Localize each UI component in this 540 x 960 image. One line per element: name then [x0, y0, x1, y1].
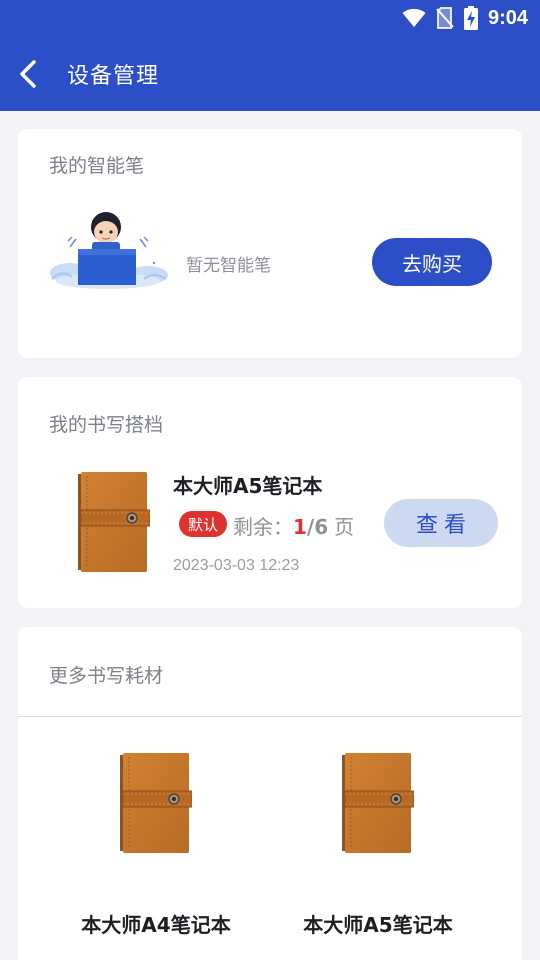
product-image — [342, 753, 414, 853]
no-sim-icon — [436, 7, 454, 29]
product-name: 本大师A4笔记本 — [81, 913, 231, 937]
notebook-name: 本大师A5笔记本 — [173, 474, 323, 498]
notebook-date: 2023-03-03 12:23 — [173, 557, 300, 574]
chevron-left-icon — [20, 60, 36, 88]
buy-button[interactable]: 去购买 — [372, 238, 492, 286]
back-button[interactable] — [18, 52, 64, 96]
empty-state-illustration — [50, 212, 168, 289]
page-title: 设备管理 — [67, 64, 160, 89]
notebook-image — [78, 472, 150, 572]
writing-partner-card: 我的书写搭档 本大师A5笔记本 默认 剩余： 1 /6 页 2023-03-03… — [18, 377, 522, 608]
more-supplies-card: 更多书写耗材 本大师A4笔记本 本大师A5笔记本 — [18, 627, 522, 960]
divider — [18, 716, 522, 717]
remaining-total: /6 — [306, 515, 329, 539]
remaining-unit: 页 — [334, 515, 355, 539]
more-supplies-title: 更多书写耗材 — [49, 665, 164, 687]
battery-charging-icon — [463, 6, 478, 30]
app-header: 9:04 设备管理 — [0, 0, 540, 111]
status-time: 9:04 — [487, 6, 528, 29]
pages-remaining: 剩余： 1 /6 页 — [233, 511, 354, 540]
empty-pen-text: 暂无智能笔 — [186, 256, 271, 276]
smart-pen-card: 我的智能笔 暂无智能笔 去购买 — [18, 129, 522, 358]
remaining-label: 剩余： — [233, 515, 293, 539]
product-image — [120, 753, 192, 853]
wifi-icon — [402, 8, 426, 27]
view-button[interactable]: 查看 — [384, 499, 498, 547]
smart-pen-title: 我的智能笔 — [49, 155, 145, 177]
product-name: 本大师A5笔记本 — [303, 913, 453, 937]
remaining-current: 1 — [293, 515, 307, 539]
default-badge: 默认 — [179, 511, 227, 537]
nav-bar: 设备管理 — [0, 52, 540, 96]
status-icons: 9:04 — [402, 6, 528, 30]
writing-partner-title: 我的书写搭档 — [49, 414, 164, 436]
status-bar: 9:04 — [0, 0, 540, 36]
